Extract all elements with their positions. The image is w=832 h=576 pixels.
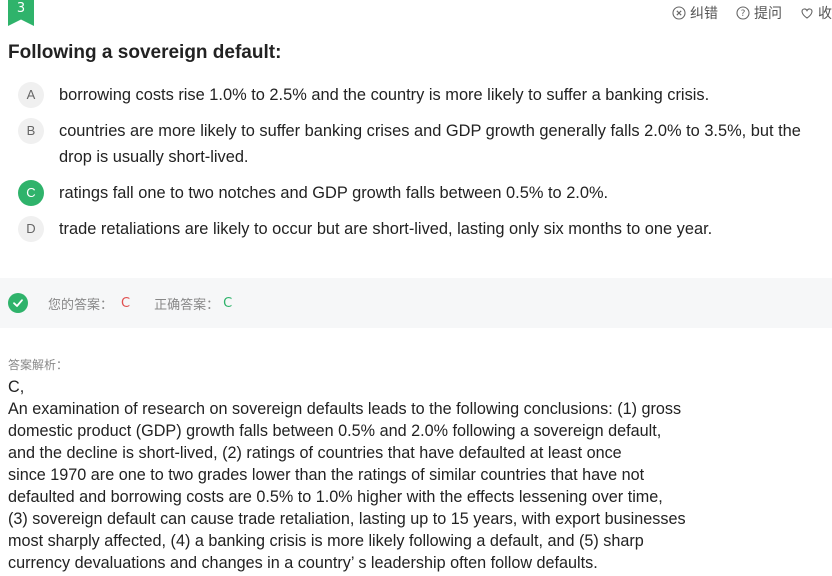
option-a[interactable]: A borrowing costs rise 1.0% to 2.5% and … bbox=[18, 82, 808, 108]
correct-answer-label: 正确答案： bbox=[154, 297, 220, 313]
question-icon: ? bbox=[736, 6, 750, 20]
option-text: trade retaliations are likely to occur b… bbox=[59, 220, 713, 238]
explanation: C, An examination of research on soverei… bbox=[8, 376, 768, 574]
option-text: countries are more likely to suffer bank… bbox=[59, 122, 801, 166]
option-letter: D bbox=[18, 216, 44, 242]
question-actions: 纠错 ? 提问 收 bbox=[672, 3, 832, 23]
question-stem: Following a sovereign default: bbox=[8, 42, 282, 63]
answer-options: A borrowing costs rise 1.0% to 2.5% and … bbox=[18, 82, 808, 252]
option-c[interactable]: C ratings fall one to two notches and GD… bbox=[18, 180, 808, 206]
your-answer-value: C bbox=[121, 295, 131, 311]
favorite-label: 收 bbox=[818, 6, 832, 22]
check-icon bbox=[8, 293, 28, 313]
correct-answer-value: C bbox=[223, 295, 233, 311]
heart-icon bbox=[801, 8, 813, 19]
favorite-button[interactable]: 收 bbox=[800, 3, 832, 23]
option-letter: B bbox=[18, 118, 44, 144]
error-icon bbox=[672, 6, 686, 20]
option-letter: A bbox=[18, 82, 44, 108]
option-letter: C bbox=[18, 180, 44, 206]
option-text: ratings fall one to two notches and GDP … bbox=[59, 184, 609, 202]
ask-question-label: 提问 bbox=[754, 6, 782, 22]
question-number-badge: 3 bbox=[8, 0, 34, 26]
explanation-answer: C, bbox=[8, 378, 25, 396]
your-answer-label: 您的答案： bbox=[48, 297, 114, 313]
svg-text:?: ? bbox=[741, 9, 746, 19]
option-text: borrowing costs rise 1.0% to 2.5% and th… bbox=[59, 86, 710, 104]
option-d[interactable]: D trade retaliations are likely to occur… bbox=[18, 216, 808, 242]
ask-question-button[interactable]: ? 提问 bbox=[736, 3, 782, 23]
report-error-button[interactable]: 纠错 bbox=[672, 3, 718, 23]
answer-result-bar: 您的答案： C 正确答案： C bbox=[0, 278, 832, 328]
explanation-body: An examination of research on sovereign … bbox=[8, 400, 686, 572]
report-error-label: 纠错 bbox=[690, 6, 718, 22]
option-b[interactable]: B countries are more likely to suffer ba… bbox=[18, 118, 808, 170]
explanation-label: 答案解析： bbox=[8, 358, 69, 372]
